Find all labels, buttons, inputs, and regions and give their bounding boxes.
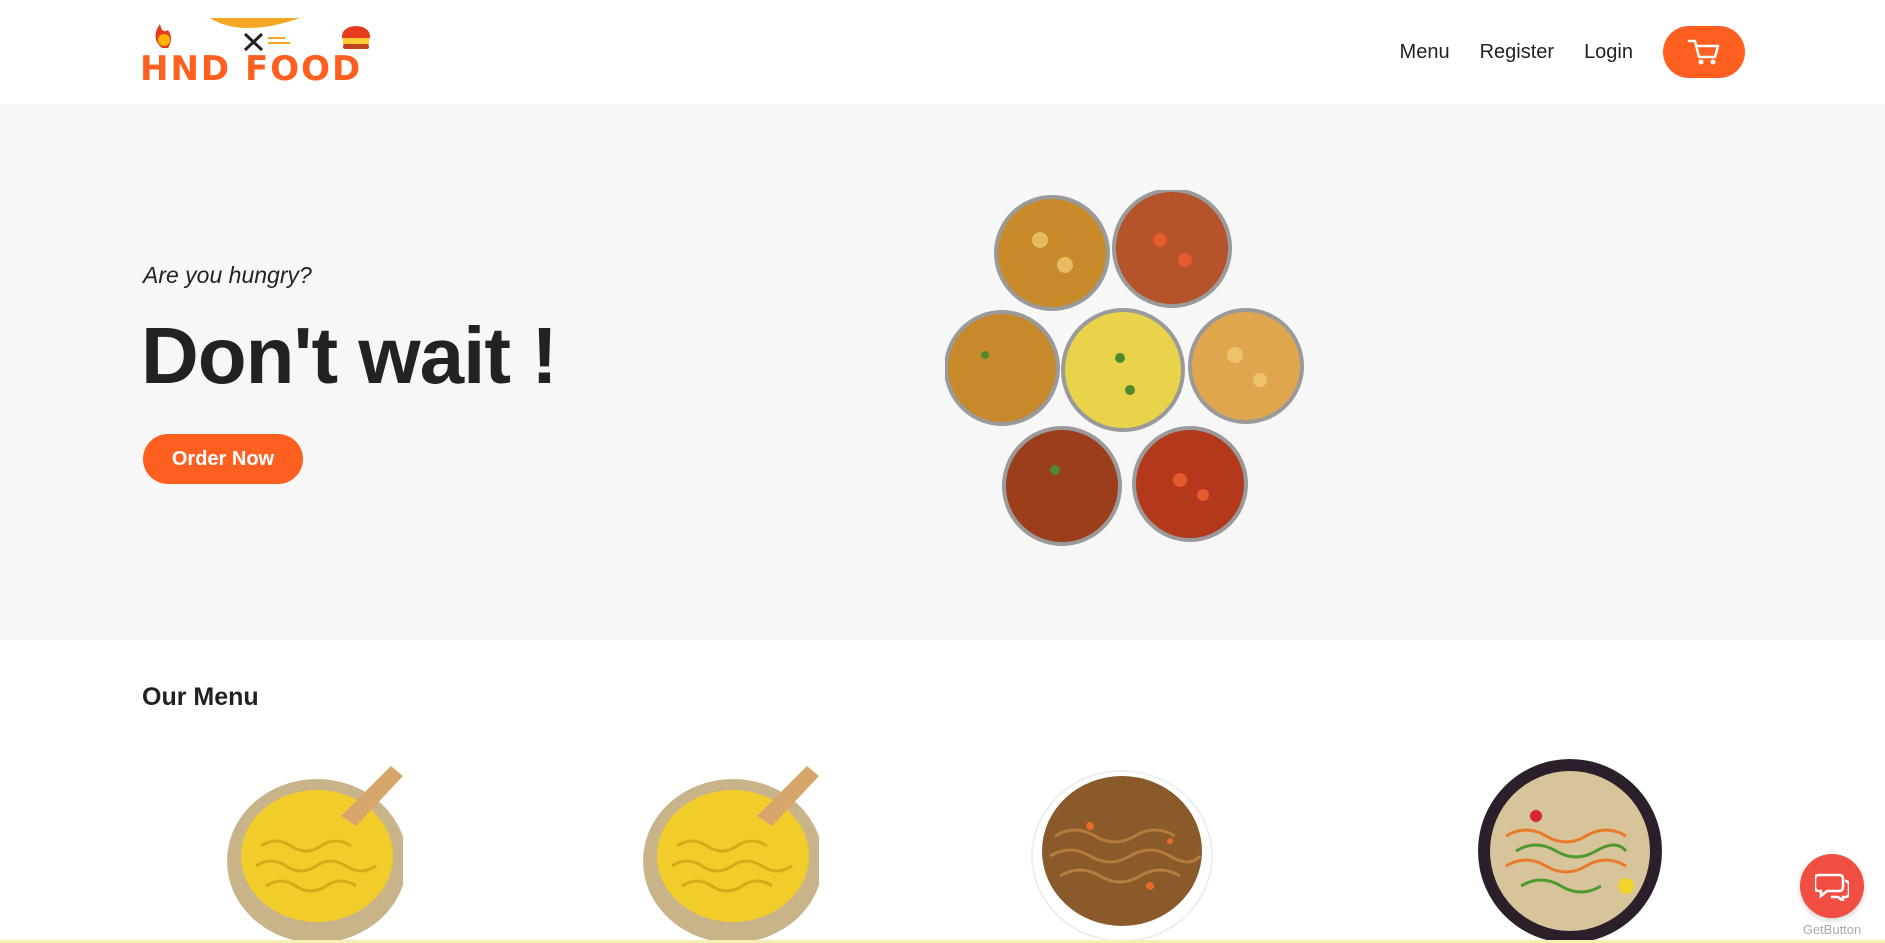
hero-food-image (945, 190, 1310, 550)
cart-button[interactable] (1663, 26, 1745, 78)
hero-title: Don't wait ! (141, 311, 558, 400)
nav-register-link[interactable]: Register (1480, 41, 1554, 64)
site-header: HND FOOD Menu Register Login (0, 0, 1885, 104)
main-nav: Menu Register Login (1370, 26, 1745, 78)
nav-menu-link[interactable]: Menu (1400, 41, 1450, 64)
order-now-button[interactable]: Order Now (143, 434, 303, 484)
getbutton-caption[interactable]: GetButton (1800, 922, 1864, 937)
nav-login-link[interactable]: Login (1584, 41, 1633, 64)
menu-item-image[interactable] (221, 756, 403, 943)
menu-item-image[interactable] (1030, 756, 1215, 943)
menu-item-image[interactable] (1476, 756, 1664, 943)
hero-tagline: Are you hungry? (143, 262, 312, 288)
chat-button[interactable] (1800, 854, 1864, 918)
hero-section: Are you hungry? Don't wait ! Order Now (0, 104, 1885, 640)
svg-text:HND FOOD: HND FOOD (140, 49, 362, 86)
chat-bubbles-icon (1815, 873, 1849, 901)
shopping-cart-icon (1687, 39, 1720, 65)
hnd-food-logo[interactable]: HND FOOD (140, 16, 385, 86)
menu-item-image[interactable] (637, 756, 819, 943)
menu-section-title: Our Menu (142, 683, 259, 711)
